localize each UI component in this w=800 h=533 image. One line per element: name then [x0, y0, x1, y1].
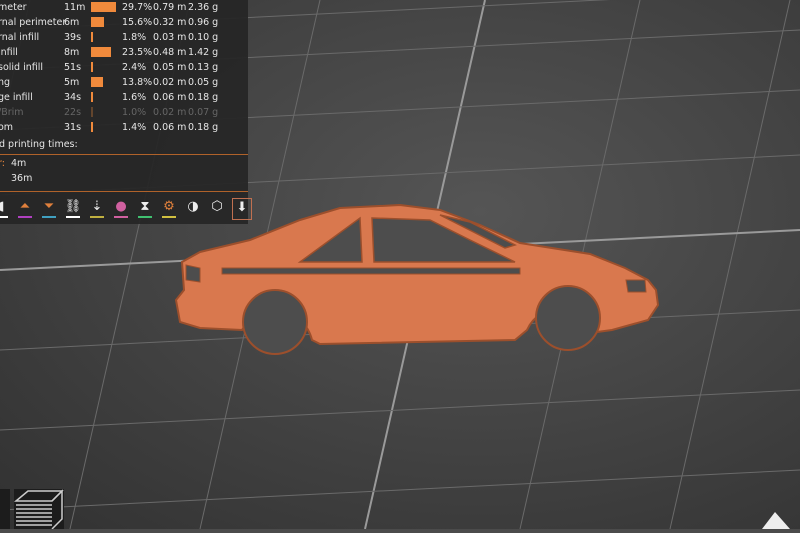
feature-time: 34s: [64, 92, 82, 103]
tool-marker-icon[interactable]: ⬇: [232, 198, 252, 220]
feature-weight: 0.05 g: [188, 77, 219, 88]
feature-percent: 23.5%: [122, 47, 153, 58]
legend-row[interactable]: infill 8m 23.5% 0.48 m 1.42 g: [0, 45, 248, 60]
feature-length: 0.05 m: [153, 62, 187, 73]
legend-row[interactable]: rnal perimeter 6m 15.6% 0.32 m 0.96 g: [0, 15, 248, 30]
feature-weight: 0.07 g: [188, 107, 219, 118]
feature-bar: [91, 17, 105, 27]
feature-bar: [91, 92, 93, 102]
layers-view-button[interactable]: [13, 489, 64, 530]
center-of-gravity-icon[interactable]: ◑: [184, 198, 202, 218]
shells-icon[interactable]: ⬡: [208, 198, 226, 218]
legend-row[interactable]: rnal infill 39s 1.8% 0.03 m 0.10 g: [0, 30, 248, 45]
feature-bar: [91, 77, 103, 87]
estimated-times-heading: d printing times:: [0, 139, 78, 150]
feature-length: 0.03 m: [153, 32, 187, 43]
feature-percent: 1.8%: [122, 32, 147, 43]
feature-time: 11m: [64, 2, 86, 13]
feature-percent: 1.4%: [122, 122, 147, 133]
feature-label: rnal perimeter: [0, 17, 67, 28]
feature-weight: 1.42 g: [188, 47, 219, 58]
feature-time: 39s: [64, 32, 82, 43]
feature-weight: 0.18 g: [188, 92, 219, 103]
feature-bar: [91, 2, 116, 12]
feature-label: ge infill: [0, 92, 33, 103]
retract-icon[interactable]: ⇣: [88, 198, 106, 218]
feature-length: 0.06 m: [153, 92, 187, 103]
feature-label: rnal infill: [0, 32, 40, 43]
feature-label: solid infill: [0, 62, 44, 73]
estimate-total-value: 36m: [11, 173, 33, 184]
feature-percent: 29.7%: [122, 2, 153, 13]
feature-label: meter: [0, 2, 27, 13]
layers-down-icon[interactable]: ⏷: [40, 198, 58, 218]
feature-weight: 2.36 g: [188, 2, 219, 13]
feature-weight: 0.10 g: [188, 32, 219, 43]
feature-time: 6m: [64, 17, 80, 28]
view-options-toolbar: ◖ ⏶ ⏷ ⛓ ⇣ ● ⧗ ⚙ ◑ ⬡ ⬇: [0, 196, 252, 222]
estimate-value: 4m: [11, 158, 27, 169]
legend-panel: meter 11m 29.7% 0.79 m 2.36 g rnal perime…: [0, 0, 252, 224]
feature-bar: [91, 107, 93, 117]
separator: [0, 154, 248, 155]
feature-length: 0.02 m: [153, 77, 187, 88]
feature-bar: [91, 62, 94, 72]
feature-label: om: [0, 122, 14, 133]
feature-bar: [91, 47, 111, 57]
seam-icon[interactable]: ⛓: [64, 198, 82, 218]
feature-percent: 15.6%: [122, 17, 153, 28]
feature-percent: 1.6%: [122, 92, 147, 103]
feature-length: 0.02 m: [153, 107, 187, 118]
feature-weight: 0.13 g: [188, 62, 219, 73]
custom-gcode-icon[interactable]: ⚙: [160, 198, 178, 218]
legend-row[interactable]: ng 5m 13.8% 0.02 m 0.05 g: [0, 75, 248, 90]
feature-time: 8m: [64, 47, 80, 58]
feature-length: 0.06 m: [153, 122, 187, 133]
legend-row[interactable]: solid infill 51s 2.4% 0.05 m 0.13 g: [0, 60, 248, 75]
feature-percent: 1.0%: [122, 107, 147, 118]
feature-label: /Brim: [0, 107, 24, 118]
feature-percent: 2.4%: [122, 62, 147, 73]
feature-time: 31s: [64, 122, 82, 133]
legend-row[interactable]: ge infill 34s 1.6% 0.06 m 0.18 g: [0, 90, 248, 105]
estimate-label: r:: [0, 158, 5, 169]
view-cube-button[interactable]: [0, 489, 10, 529]
feature-length: 0.48 m: [153, 47, 187, 58]
separator: [0, 191, 248, 192]
feature-time: 5m: [64, 77, 80, 88]
support-icon[interactable]: ◖: [0, 198, 10, 218]
legend-row[interactable]: meter 11m 29.7% 0.79 m 2.36 g: [0, 0, 248, 15]
feature-percent: 13.8%: [122, 77, 153, 88]
pause-icon[interactable]: ⧗: [136, 198, 154, 218]
color-icon[interactable]: ●: [112, 198, 130, 218]
feature-length: 0.79 m: [153, 2, 187, 13]
legend-row[interactable]: om 31s 1.4% 0.06 m 0.18 g: [0, 120, 248, 135]
layers-up-icon[interactable]: ⏶: [16, 198, 34, 218]
feature-time: 22s: [64, 107, 82, 118]
feature-bar: [91, 122, 93, 132]
feature-label: ng: [0, 77, 11, 88]
feature-label: infill: [0, 47, 18, 58]
feature-time: 51s: [64, 62, 82, 73]
feature-bar: [91, 32, 93, 42]
feature-weight: 0.96 g: [188, 17, 219, 28]
legend-row[interactable]: /Brim 22s 1.0% 0.02 m 0.07 g: [0, 105, 248, 120]
feature-length: 0.32 m: [153, 17, 187, 28]
feature-weight: 0.18 g: [188, 122, 219, 133]
